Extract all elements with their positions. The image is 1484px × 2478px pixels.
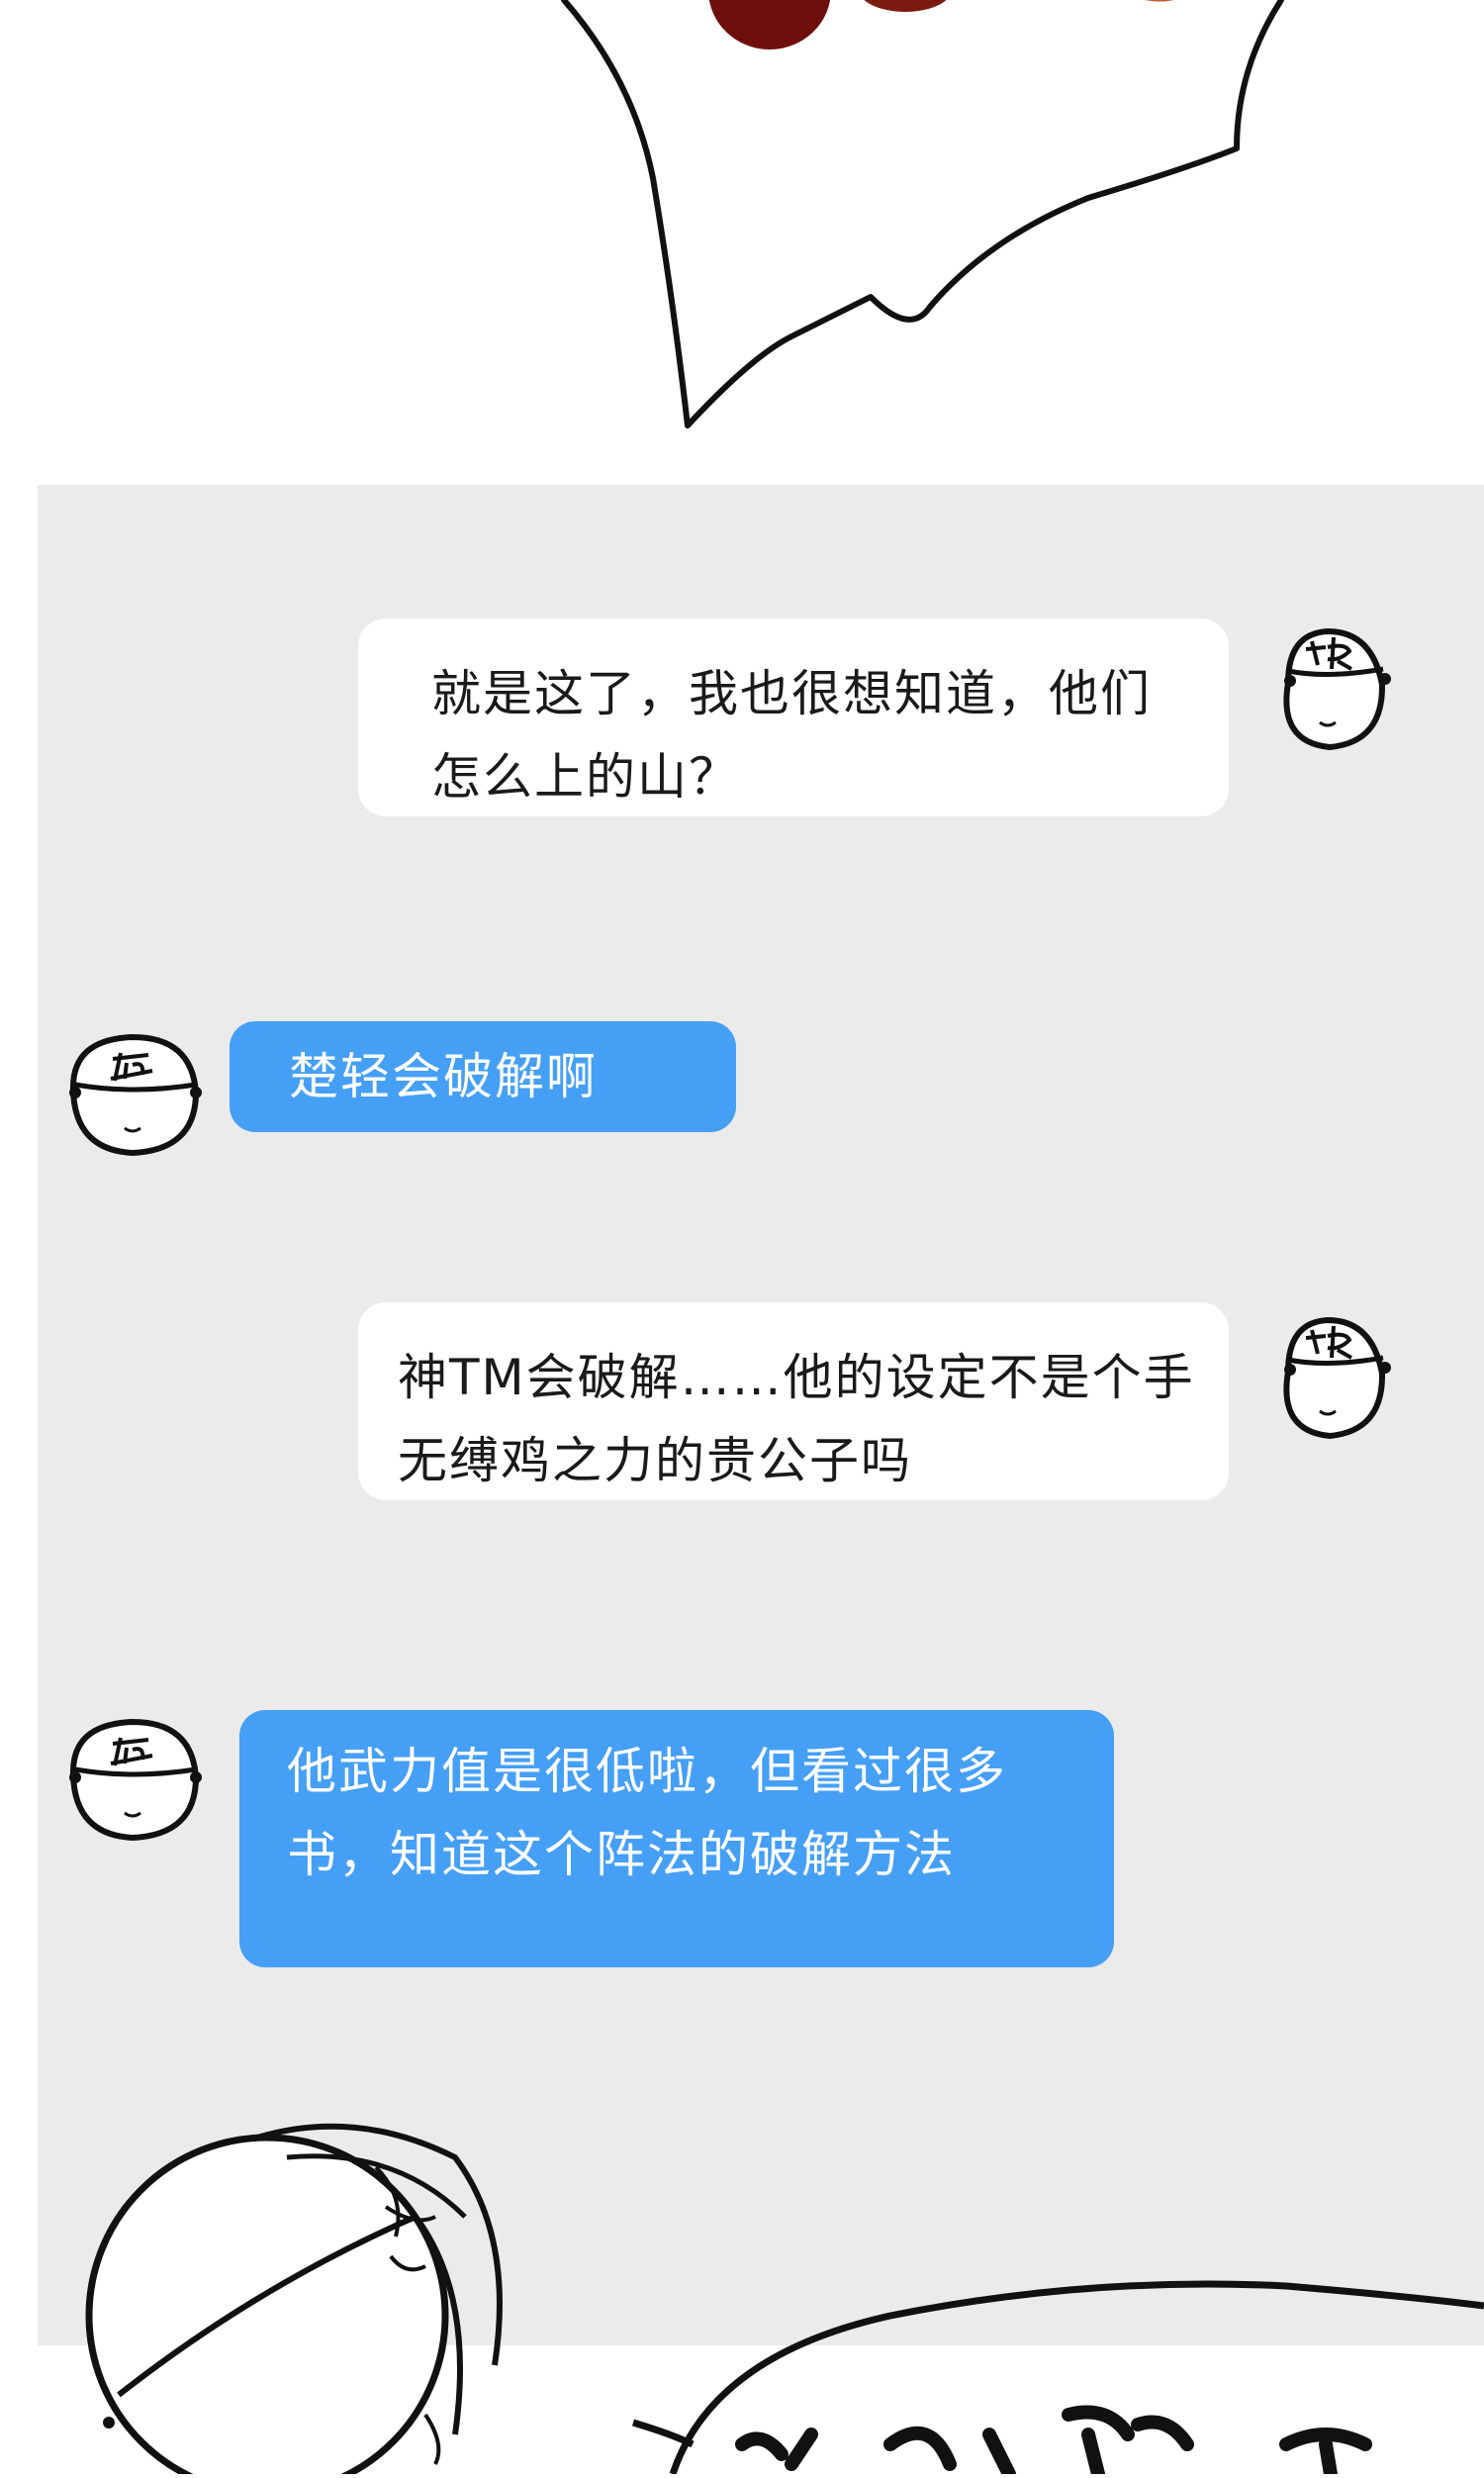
balloon-outline — [561, 0, 1284, 429]
chat-bubble-right: 神TM会破解……他的设定不是个手无缚鸡之力的贵公子吗 — [358, 1302, 1229, 1500]
dark-red-shape — [708, 0, 831, 49]
top-comic-panel — [0, 0, 1484, 485]
chat-bubble-left: 他武力值是很低啦，但看过很多书，知道这个阵法的破解方法 — [239, 1710, 1114, 1967]
bottom-comic-panel — [0, 2058, 1484, 2478]
bottom-comic-drawing — [0, 2123, 1484, 2478]
chat-bubble-right: 就是这了，我也很想知道，他们怎么上的山？ — [358, 619, 1229, 816]
orange-shape — [1144, 0, 1174, 2]
message-text: 就是这了，我也很想知道，他们怎么上的山？ — [431, 665, 1152, 806]
message-text: 楚轻会破解啊 — [289, 1048, 598, 1105]
message-text: 他武力值是很低啦，但看过很多书，知道这个阵法的破解方法 — [287, 1743, 1007, 1883]
lu-avatar — [69, 1718, 202, 1842]
lu-avatar — [69, 1033, 202, 1157]
ting-avatar — [1283, 1316, 1391, 1440]
message-text: 神TM会破解……他的设定不是个手无缚鸡之力的贵公子吗 — [398, 1349, 1195, 1489]
dark-red-shape — [864, 0, 947, 12]
chat-bubble-left: 楚轻会破解啊 — [230, 1021, 736, 1132]
speech-balloon-drawing — [561, 0, 1284, 429]
ting-avatar — [1283, 627, 1391, 751]
